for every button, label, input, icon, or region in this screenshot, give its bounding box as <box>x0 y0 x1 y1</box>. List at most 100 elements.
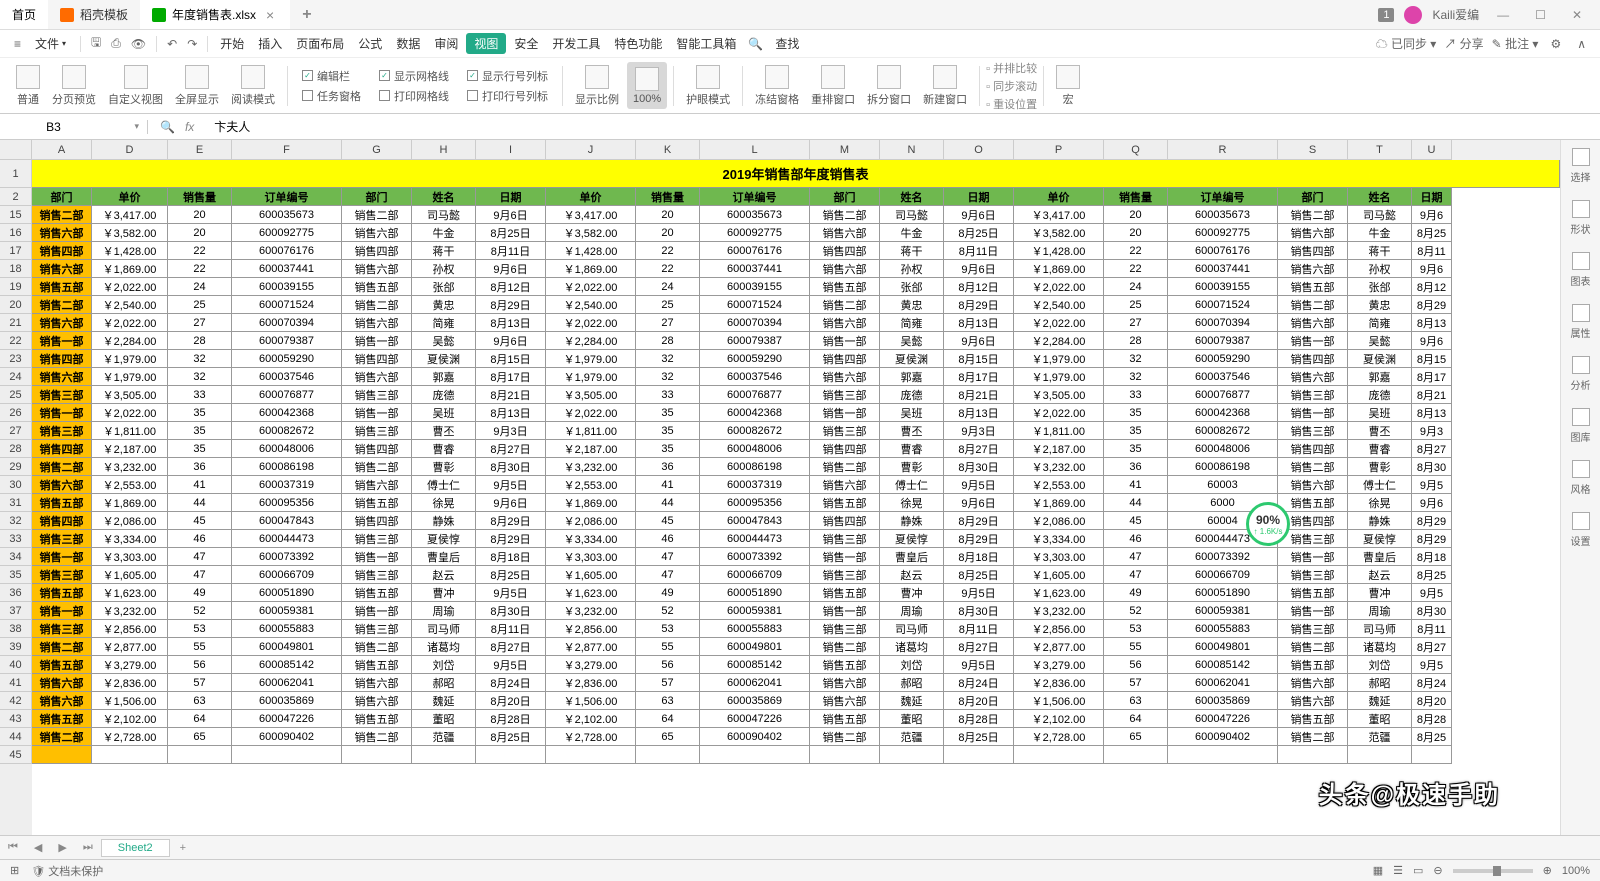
data-cell[interactable]: 销售五部 <box>1278 494 1348 512</box>
data-cell[interactable]: 9月6日 <box>476 494 546 512</box>
data-cell[interactable]: 8月20 <box>1412 692 1452 710</box>
data-cell[interactable]: 600079387 <box>232 332 342 350</box>
data-cell[interactable]: 销售二部 <box>342 728 412 746</box>
data-cell[interactable]: 600035869 <box>1168 692 1278 710</box>
data-cell[interactable]: 8月29 <box>1412 530 1452 548</box>
data-cell[interactable] <box>1278 746 1348 764</box>
data-cell[interactable]: ￥3,505.00 <box>92 386 168 404</box>
data-cell[interactable]: 35 <box>1104 440 1168 458</box>
data-cell[interactable]: ￥3,505.00 <box>1014 386 1104 404</box>
data-cell[interactable]: 600095356 <box>232 494 342 512</box>
data-cell[interactable]: ￥2,102.00 <box>546 710 636 728</box>
data-cell[interactable]: 庞德 <box>412 386 476 404</box>
col-header[interactable]: O <box>944 140 1014 160</box>
data-cell[interactable]: 销售四部 <box>32 242 92 260</box>
data-cell[interactable]: ￥3,279.00 <box>92 656 168 674</box>
data-cell[interactable]: 傅士仁 <box>412 476 476 494</box>
data-cell[interactable]: 销售一部 <box>810 602 880 620</box>
data-cell[interactable]: 曹丕 <box>880 422 944 440</box>
data-cell[interactable]: 销售四部 <box>810 440 880 458</box>
data-cell[interactable]: 64 <box>168 710 232 728</box>
data-cell[interactable]: 49 <box>1104 584 1168 602</box>
data-cell[interactable]: 8月25 <box>1412 566 1452 584</box>
data-cell[interactable] <box>546 746 636 764</box>
data-cell[interactable]: 9月6 <box>1412 206 1452 224</box>
tab-docker-templates[interactable]: 稻壳模板 <box>48 0 140 29</box>
data-cell[interactable]: 8月12日 <box>944 278 1014 296</box>
data-cell[interactable]: 曹丕 <box>412 422 476 440</box>
data-cell[interactable]: ￥1,979.00 <box>546 350 636 368</box>
data-cell[interactable]: ￥2,553.00 <box>92 476 168 494</box>
data-cell[interactable]: 销售三部 <box>342 566 412 584</box>
data-cell[interactable]: 44 <box>636 494 700 512</box>
data-cell[interactable]: 董昭 <box>880 710 944 728</box>
data-cell[interactable]: 销售三部 <box>342 530 412 548</box>
check-编辑栏[interactable]: ✓编辑栏 <box>302 68 361 84</box>
data-cell[interactable]: 600070394 <box>232 314 342 332</box>
data-cell[interactable]: 600035673 <box>232 206 342 224</box>
data-cell[interactable]: 9月5日 <box>944 584 1014 602</box>
data-cell[interactable]: 41 <box>1104 476 1168 494</box>
data-cell[interactable]: ￥2,022.00 <box>546 314 636 332</box>
data-cell[interactable]: 600047843 <box>232 512 342 530</box>
data-cell[interactable]: 35 <box>1104 422 1168 440</box>
data-cell[interactable]: 57 <box>168 674 232 692</box>
data-cell[interactable]: 600090402 <box>700 728 810 746</box>
data-cell[interactable]: 600086198 <box>1168 458 1278 476</box>
data-cell[interactable]: 销售五部 <box>342 710 412 728</box>
row-header[interactable]: 44 <box>0 728 32 746</box>
data-cell[interactable]: ￥1,605.00 <box>92 566 168 584</box>
data-cell[interactable]: 32 <box>636 350 700 368</box>
data-cell[interactable]: 600082672 <box>1168 422 1278 440</box>
data-cell[interactable]: 孙权 <box>1348 260 1412 278</box>
header-cell[interactable]: 销售量 <box>1104 188 1168 206</box>
data-cell[interactable]: ￥2,187.00 <box>92 440 168 458</box>
data-cell[interactable]: ￥1,979.00 <box>1014 350 1104 368</box>
row-header[interactable]: 1 <box>0 160 32 188</box>
data-cell[interactable]: ￥1,869.00 <box>1014 494 1104 512</box>
data-cell[interactable]: 销售二部 <box>810 296 880 314</box>
data-cell[interactable]: ￥3,334.00 <box>92 530 168 548</box>
data-cell[interactable]: 600048006 <box>700 440 810 458</box>
data-cell[interactable]: 600070394 <box>700 314 810 332</box>
panel-分析[interactable]: 分析 <box>1571 356 1591 392</box>
data-cell[interactable]: 8月13日 <box>476 314 546 332</box>
sheet-nav-last-icon[interactable]: ⏭ <box>75 841 101 854</box>
data-cell[interactable]: ￥3,232.00 <box>92 602 168 620</box>
data-cell[interactable]: ￥3,232.00 <box>546 602 636 620</box>
data-cell[interactable]: 曹皇后 <box>880 548 944 566</box>
check-任务窗格[interactable]: 任务窗格 <box>302 88 361 104</box>
data-cell[interactable]: 销售五部 <box>1278 278 1348 296</box>
data-cell[interactable]: 司马懿 <box>1348 206 1412 224</box>
data-cell[interactable]: 销售二部 <box>810 458 880 476</box>
data-cell[interactable]: ￥2,553.00 <box>1014 476 1104 494</box>
menu-审阅[interactable]: 审阅 <box>428 33 464 54</box>
data-cell[interactable]: 8月17日 <box>944 368 1014 386</box>
data-cell[interactable]: 9月6日 <box>476 260 546 278</box>
data-cell[interactable]: 销售三部 <box>1278 620 1348 638</box>
col-header[interactable]: Q <box>1104 140 1168 160</box>
data-cell[interactable]: 魏延 <box>880 692 944 710</box>
data-cell[interactable]: 600092775 <box>232 224 342 242</box>
data-cell[interactable]: 22 <box>168 260 232 278</box>
data-cell[interactable]: 41 <box>168 476 232 494</box>
data-cell[interactable]: ￥1,869.00 <box>92 260 168 278</box>
row-header[interactable]: 2 <box>0 188 32 206</box>
data-cell[interactable]: 黄忠 <box>1348 296 1412 314</box>
data-cell[interactable]: 35 <box>168 404 232 422</box>
data-cell[interactable]: 27 <box>168 314 232 332</box>
ribbon-同步滚动[interactable]: ▫ 同步滚动 <box>986 78 1037 94</box>
data-cell[interactable]: 夏侯渊 <box>880 350 944 368</box>
data-cell[interactable]: 9月6 <box>1412 260 1452 278</box>
data-cell[interactable]: 销售二部 <box>342 296 412 314</box>
col-header[interactable]: E <box>168 140 232 160</box>
data-cell[interactable]: 25 <box>636 296 700 314</box>
data-cell[interactable]: 销售六部 <box>810 224 880 242</box>
check-打印网格线[interactable]: 打印网格线 <box>379 88 449 104</box>
save-icon[interactable]: 🖫 <box>87 33 105 54</box>
data-cell[interactable]: 49 <box>636 584 700 602</box>
data-cell[interactable]: 8月25日 <box>944 728 1014 746</box>
data-cell[interactable]: ￥2,284.00 <box>1014 332 1104 350</box>
data-cell[interactable]: 600049801 <box>1168 638 1278 656</box>
header-cell[interactable]: 姓名 <box>1348 188 1412 206</box>
